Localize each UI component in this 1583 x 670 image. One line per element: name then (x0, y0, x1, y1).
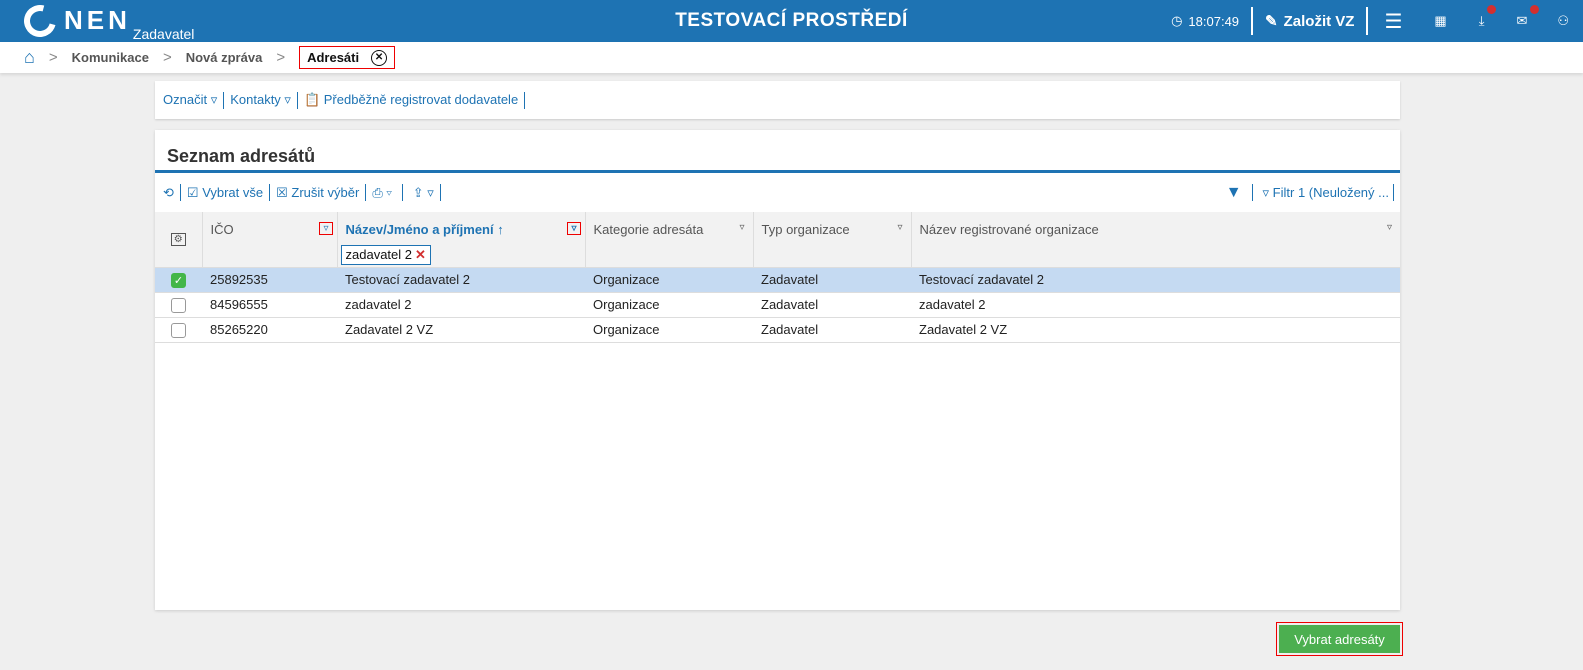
cell-cat: Organizace (585, 292, 753, 318)
column-name[interactable]: Název/Jméno a příjmení ↑ ▿ zadavatel 2 ✕ (337, 212, 586, 268)
cell-type: Zadavatel (753, 267, 911, 293)
cell-cat: Organizace (585, 267, 753, 293)
contacts-dropdown[interactable]: Kontakty ▿ (230, 92, 291, 108)
cell-reg: Zadavatel 2 VZ (911, 317, 1400, 343)
cell-name: Testovací zadavatel 2 (337, 267, 585, 293)
print-icon[interactable]: ⎙ ▿ (372, 185, 391, 201)
close-icon[interactable]: ✕ (371, 49, 388, 66)
filter-dropdown[interactable]: ▿ Filtr 1 (Neuložený ... (1263, 185, 1389, 201)
table-row[interactable]: 84596555 zadavatel 2 Organizace Zadavatel za… (155, 292, 1400, 318)
breadcrumb-nova-zprava[interactable]: Nová zpráva (186, 50, 263, 65)
column-settings-icon[interactable]: ⚙ (170, 233, 186, 246)
edit-icon: ✎ (1265, 13, 1278, 30)
action-panel: Označit ▿ Kontakty ▿ 📋 Předběžně registr… (155, 81, 1400, 119)
cell-type: Zadavatel (753, 292, 911, 318)
deselect-button[interactable]: ☒ Zrušit výběr (276, 185, 359, 201)
remove-filter-icon[interactable]: ✕ (415, 247, 426, 262)
download-icon[interactable]: ⤓ (1463, 5, 1501, 29)
column-type[interactable]: Typ organizace ▿ (753, 212, 912, 268)
export-icon[interactable]: ⇪ ▿ (413, 185, 434, 201)
filter-ico-icon[interactable]: ▿ (319, 222, 333, 235)
session-time: 18:07:49 (1188, 13, 1240, 29)
cell-ico: 25892535 (202, 267, 337, 293)
calendar-icon[interactable]: ▦ (1418, 13, 1462, 29)
cell-ico: 84596555 (202, 292, 337, 318)
cell-ico: 85265220 (202, 317, 337, 343)
row-checkbox[interactable] (171, 322, 186, 338)
table-row[interactable]: ✓ 25892535 Testovací zadavatel 2 Organizace… (155, 267, 1400, 293)
filter-icon[interactable]: ▼ (1226, 184, 1242, 202)
sort-asc-icon: ↑ (497, 222, 504, 237)
list-title: Seznam adresátů (167, 146, 316, 166)
cell-type: Zadavatel (753, 317, 911, 343)
mail-icon[interactable]: ✉ (1500, 5, 1543, 29)
refresh-icon[interactable]: ⟲ (163, 185, 174, 201)
select-recipients-button[interactable]: Vybrat adresáty (1276, 622, 1403, 656)
cell-cat: Organizace (585, 317, 753, 343)
breadcrumb-komunikace[interactable]: Komunikace (72, 50, 149, 65)
cell-reg: zadavatel 2 (911, 292, 1400, 318)
breadcrumb-current: Adresáti ✕ (299, 46, 396, 69)
column-registered-name[interactable]: Název registrované organizace ▿ (911, 212, 1400, 268)
breadcrumb-adresati: Adresáti (307, 50, 360, 65)
user-icon[interactable]: ⚇ (1543, 13, 1583, 29)
app-header: NEN Zadavatel TESTOVACÍ PROSTŘEDÍ ◷ 18:07:… (0, 0, 1583, 43)
clock-icon: ◷ (1171, 13, 1183, 28)
recipients-list: Seznam adresátů ⟲ ☑ Vybrat vše ☒ Zrušit … (155, 130, 1400, 610)
name-filter-chip[interactable]: zadavatel 2 ✕ (340, 245, 431, 265)
row-checkbox[interactable] (171, 297, 186, 313)
menu-icon[interactable]: ☰ (1368, 9, 1418, 34)
recipients-table: ⚙ IČO ▿ Název/Jméno a příjmení ↑ ▿ zadavate… (155, 212, 1400, 343)
register-supplier-button[interactable]: 📋 Předběžně registrovat dodavatele (304, 92, 518, 108)
column-category[interactable]: Kategorie adresáta ▿ (585, 212, 754, 268)
row-checkbox[interactable]: ✓ (171, 272, 186, 288)
clipboard-icon: 📋 (303, 92, 321, 107)
list-toolbar: ⟲ ☑ Vybrat vše ☒ Zrušit výběr ⎙ ▿ ⇪ ▿ ▼ ▿… (155, 180, 1400, 205)
mark-dropdown[interactable]: Označit ▿ (163, 92, 217, 108)
create-vz-label: Založit VZ (1283, 12, 1355, 30)
cell-reg: Testovací zadavatel 2 (911, 267, 1400, 293)
home-icon[interactable]: ⌂ (24, 47, 35, 68)
create-vz-button[interactable]: ✎ Založit VZ (1253, 12, 1366, 31)
table-row[interactable]: 85265220 Zadavatel 2 VZ Organizace Zadavate… (155, 317, 1400, 343)
select-all-button[interactable]: ☑ Vybrat vše (187, 185, 263, 201)
cell-name: zadavatel 2 (337, 292, 585, 318)
filter-name-icon[interactable]: ▿ (567, 222, 581, 235)
cell-name: Zadavatel 2 VZ (337, 317, 585, 343)
breadcrumb: ⌂ > Komunikace > Nová zpráva > Adresáti ✕ (0, 42, 1583, 73)
column-ico[interactable]: IČO ▿ (202, 212, 338, 268)
